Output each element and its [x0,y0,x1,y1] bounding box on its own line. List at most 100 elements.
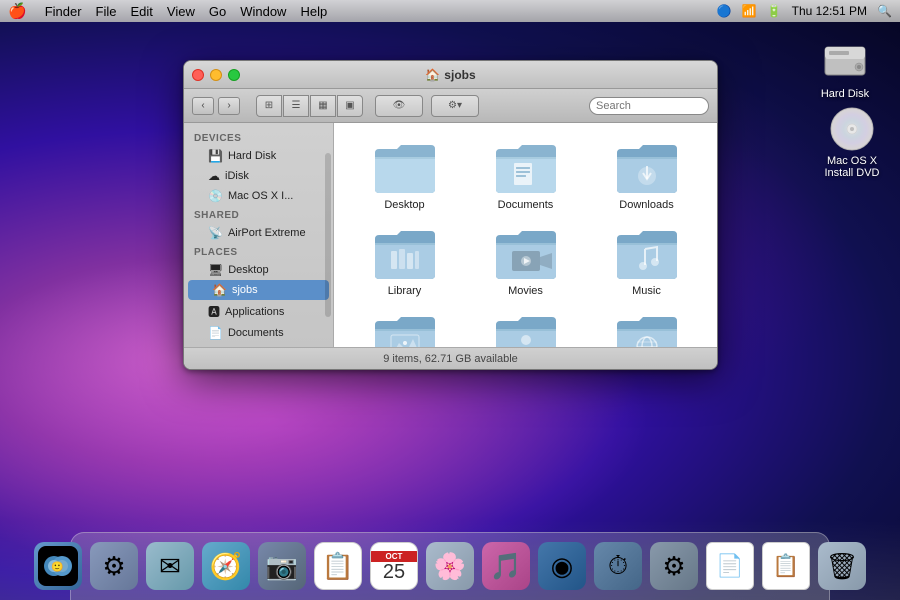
view-mode-buttons: ⊞ ☰ ▦ ▣ [256,95,363,117]
pdf1-dock-icon: 📄 [706,542,754,590]
hard-disk-label: Hard Disk [821,88,869,100]
dock-finder[interactable]: 🙂 [32,540,84,592]
desktop-icon-install-dvd[interactable]: Mac OS X Install DVD [812,105,892,179]
sidebar-idisk-label: iDisk [225,170,249,182]
menu-go[interactable]: Go [209,4,226,19]
ical-dock-icon: OCT 25 [370,542,418,590]
docs-sidebar-icon: 📄 [208,326,223,340]
sidebar-item-documents[interactable]: 📄 Documents [184,323,333,343]
desktop-icon-hard-disk[interactable]: Hard Disk [805,38,885,100]
sidebar-apps-label: Applications [225,306,284,318]
bluetooth-icon: 🔵 [717,4,732,18]
dock-mail[interactable]: ✉ [144,540,196,592]
sidebar-section-shared: SHARED [184,206,333,223]
folder-documents-icon [494,141,558,195]
dock-safari[interactable]: 🧭 [200,540,252,592]
menu-file[interactable]: File [96,4,117,19]
dock-ical[interactable]: OCT 25 [368,540,420,592]
sidebar-item-macosx[interactable]: 💿 Mac OS X I... [184,186,333,206]
iphoto-dock-icon: 🌸 [426,542,474,590]
install-dvd-icon [828,105,876,153]
folder-public[interactable]: Public [465,305,586,347]
system-prefs-dock-icon: ⚙ [90,542,138,590]
sidebar-scrollbar[interactable] [325,153,331,317]
folder-desktop[interactable]: Desktop [344,133,465,219]
window-title-icon: 🏠 [425,68,440,82]
hard-disk-sidebar-icon: 💾 [208,149,223,163]
window-toolbar: ‹ › ⊞ ☰ ▦ ▣ 👁 ⚙▾ [184,89,717,123]
view-column-button[interactable]: ▦ [310,95,336,117]
apple-menu[interactable]: 🍎 [8,2,27,20]
quick-look-button[interactable]: 👁 [375,95,423,117]
dock-items: 🙂 ⚙ ✉ 🧭 📷 📋 [32,540,868,596]
dashboard-dock-icon: ◉ [538,542,586,590]
sidebar-desktop-label: Desktop [228,264,268,276]
folder-library-label: Library [388,285,422,297]
dock: 🙂 ⚙ ✉ 🧭 📷 📋 [0,520,900,600]
dock-system-prefs[interactable]: ⚙ [88,540,140,592]
sidebar: DEVICES 💾 Hard Disk ☁ iDisk 💿 Mac OS X I… [184,123,334,347]
window-title-text: sjobs [444,68,475,82]
folder-movies[interactable]: Movies [465,219,586,305]
sidebar-hard-disk-label: Hard Disk [228,150,276,162]
close-button[interactable] [192,69,204,81]
install-dvd-label: Mac OS X Install DVD [812,155,892,179]
dock-dashboard[interactable]: ◉ [536,540,588,592]
address-book-dock-icon: 📋 [314,542,362,590]
view-icon-button[interactable]: ⊞ [256,95,282,117]
menu-edit[interactable]: Edit [131,4,153,19]
folder-music-label: Music [632,285,661,297]
dock-iphoto[interactable]: 🌸 [424,540,476,592]
sys-prefs-2-dock-icon: ⚙ [650,542,698,590]
dock-address-book[interactable]: 📋 [312,540,364,592]
dock-trash[interactable]: 🗑 [816,540,868,592]
dock-time-machine[interactable]: ⏱ [592,540,644,592]
folder-sites-icon [615,313,679,347]
menubar-search-icon[interactable]: 🔍 [877,4,892,18]
dock-sys-prefs-2[interactable]: ⚙ [648,540,700,592]
facetime-dock-icon: 📷 [258,542,306,590]
search-input[interactable] [589,97,709,115]
sidebar-item-applications[interactable]: 🅰 Applications [184,300,333,323]
folder-library-icon [373,227,437,281]
menu-help[interactable]: Help [300,4,327,19]
dock-itunes[interactable]: 🎵 [480,540,532,592]
sidebar-macosx-label: Mac OS X I... [228,190,293,202]
folder-downloads[interactable]: Downloads [586,133,707,219]
folder-public-icon [494,313,558,347]
menu-window[interactable]: Window [240,4,286,19]
menubar-right: 🔵 📶 🔋 Thu 12:51 PM 🔍 [717,4,892,18]
dock-pdf1[interactable]: 📄 [704,540,756,592]
sidebar-item-hard-disk[interactable]: 💾 Hard Disk [184,146,333,166]
folder-music[interactable]: Music [586,219,707,305]
battery-icon: 🔋 [767,4,782,18]
folder-pictures[interactable]: Pictures [344,305,465,347]
menubar-left: 🍎 Finder File Edit View Go Window Help [8,2,327,20]
window-content: DEVICES 💾 Hard Disk ☁ iDisk 💿 Mac OS X I… [184,123,717,347]
folder-music-icon [615,227,679,281]
dock-pdf2[interactable]: 📋 [760,540,812,592]
folder-library[interactable]: Library [344,219,465,305]
menu-view[interactable]: View [167,4,195,19]
folder-desktop-icon [373,141,437,195]
sidebar-section-search: SEARCH FOR [184,343,333,347]
nav-back-button[interactable]: ‹ [192,97,214,115]
minimize-button[interactable] [210,69,222,81]
nav-forward-button[interactable]: › [218,97,240,115]
menu-finder[interactable]: Finder [45,4,82,19]
view-coverflow-button[interactable]: ▣ [337,95,363,117]
sidebar-item-desktop[interactable]: 🖥 Desktop [184,260,333,280]
action-button[interactable]: ⚙▾ [431,95,479,117]
folder-downloads-label: Downloads [619,199,673,211]
maximize-button[interactable] [228,69,240,81]
folder-sites[interactable]: Sites [586,305,707,347]
sidebar-item-sjobs[interactable]: 🏠 sjobs [188,280,329,300]
apps-sidebar-icon: 🅰 [208,303,220,320]
folder-documents[interactable]: Documents [465,133,586,219]
sidebar-item-airport[interactable]: 📡 AirPort Extreme [184,223,333,243]
view-list-button[interactable]: ☰ [283,95,309,117]
sidebar-item-idisk[interactable]: ☁ iDisk [184,166,333,186]
dock-facetime[interactable]: 📷 [256,540,308,592]
finder-window: 🏠 sjobs ‹ › ⊞ ☰ ▦ ▣ 👁 ⚙▾ DEVICES [183,60,718,370]
wifi-icon: 📶 [742,4,757,18]
